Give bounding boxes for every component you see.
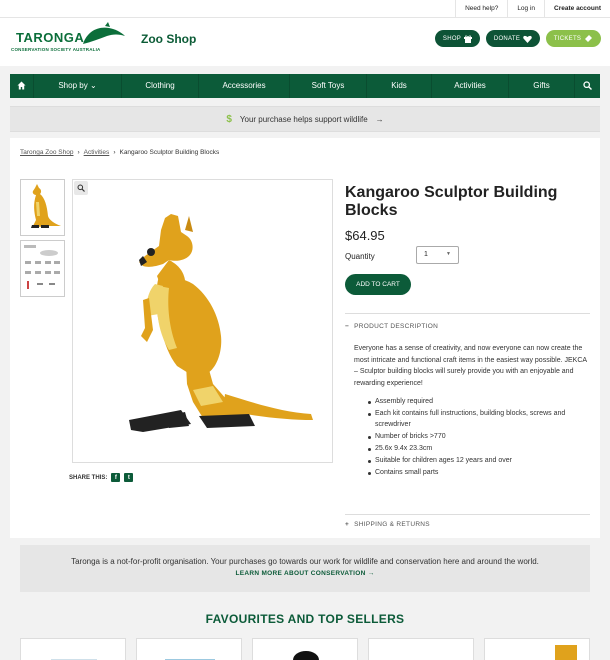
list-item: 25.6x 9.4x 23.3cm — [368, 444, 588, 455]
arrow-right-icon: → — [367, 570, 375, 577]
kangaroo-thumbnail-image — [31, 184, 61, 228]
add-to-cart-button[interactable]: ADD TO CART — [345, 274, 411, 295]
thumbnail-kangaroo[interactable] — [20, 179, 65, 236]
nav-activities[interactable]: Activities — [432, 74, 509, 98]
product-description-toggle[interactable]: − PRODUCT DESCRIPTION — [345, 313, 590, 330]
nav-gifts-label: Gifts — [533, 81, 550, 90]
product-card-image — [293, 651, 319, 660]
nav-shop-by[interactable]: Shop by ⌄ — [34, 74, 122, 98]
nav-clothing-label: Clothing — [145, 81, 175, 90]
logo-wordmark: TARONGA — [16, 30, 85, 45]
nav-clothing[interactable]: Clothing — [122, 74, 199, 98]
product-card[interactable] — [20, 638, 126, 660]
nav-accessories-label: Accessories — [222, 81, 266, 90]
zoo-shop-title[interactable]: Zoo Shop — [141, 32, 196, 46]
main-nav: Shop by ⌄ Clothing Accessories Soft Toys… — [10, 74, 600, 98]
top-bar: Need help? Log in Create account — [0, 0, 610, 18]
breadcrumb-separator-icon: › — [77, 149, 80, 156]
create-account-link[interactable]: Create account — [544, 0, 610, 18]
facebook-icon[interactable]: f — [111, 473, 121, 482]
product-card[interactable] — [136, 638, 242, 660]
arrow-right-icon: → — [375, 114, 384, 124]
share-bar: SHARE THIS: f t — [69, 473, 134, 482]
shipping-returns-toggle[interactable]: + SHIPPING & RETURNS — [345, 514, 590, 528]
thumbnail-instructions[interactable] — [20, 240, 65, 297]
support-text: Your purchase helps support wildlife — [239, 114, 368, 124]
nav-soft-toys-label: Soft Toys — [311, 81, 345, 90]
product-section: Taronga Zoo Shop › Activities › Kangaroo… — [10, 138, 600, 538]
nav-gifts[interactable]: Gifts — [509, 74, 575, 98]
list-item: Assembly required — [368, 397, 588, 408]
login-link[interactable]: Log in — [507, 0, 544, 18]
share-label: SHARE THIS: — [69, 474, 108, 481]
shop-button[interactable]: SHOP — [435, 30, 480, 47]
search-icon — [583, 81, 592, 90]
nav-kids[interactable]: Kids — [367, 74, 432, 98]
twitter-icon[interactable]: t — [124, 473, 134, 482]
breadcrumb: Taronga Zoo Shop › Activities › Kangaroo… — [20, 149, 219, 156]
breadcrumb-activities[interactable]: Activities — [84, 149, 110, 156]
product-price: $64.95 — [345, 228, 385, 243]
breadcrumb-separator-icon: › — [113, 149, 116, 156]
product-carousel — [20, 638, 590, 660]
logo-subtitle: CONSERVATION SOCIETY AUSTRALIA — [11, 47, 101, 52]
donate-button[interactable]: DONATE — [486, 30, 540, 47]
dollar-icon: $ — [226, 113, 232, 125]
shipping-heading: SHIPPING & RETURNS — [354, 521, 430, 528]
list-item: Each kit contains full instructions, bui… — [368, 409, 588, 430]
list-item: Suitable for children ages 12 years and … — [368, 456, 588, 467]
gift-icon — [464, 34, 473, 43]
product-description: Everyone has a sense of creativity, and … — [354, 345, 587, 387]
plus-icon: + — [345, 521, 350, 528]
product-card-image — [555, 645, 577, 660]
quantity-label: Quantity — [345, 252, 375, 261]
product-card[interactable] — [368, 638, 474, 660]
feature-list: Assembly required Each kit contains full… — [368, 397, 588, 480]
list-item: Contains small parts — [368, 468, 588, 479]
thumbnail-list — [20, 179, 65, 301]
caret-down-icon: ▼ — [446, 251, 451, 257]
support-banner[interactable]: $ Your purchase helps support wildlife → — [10, 106, 600, 132]
nav-home[interactable] — [10, 74, 34, 98]
favourites-heading: FAVOURITES AND TOP SELLERS — [205, 612, 405, 626]
add-to-cart-label: ADD TO CART — [356, 281, 400, 288]
learn-more-link[interactable]: LEARN MORE ABOUT CONSERVATION → — [20, 570, 590, 577]
instructions-thumbnail-image — [24, 245, 60, 289]
nav-kids-label: Kids — [391, 81, 407, 90]
site-header: TARONGA CONSERVATION SOCIETY AUSTRALIA Z… — [0, 18, 610, 66]
breadcrumb-home[interactable]: Taronga Zoo Shop — [20, 149, 73, 156]
nav-soft-toys[interactable]: Soft Toys — [290, 74, 367, 98]
tickets-label: TICKETS — [553, 35, 582, 42]
nav-accessories[interactable]: Accessories — [199, 74, 290, 98]
list-item: Number of bricks >770 — [368, 432, 588, 443]
shop-label: SHOP — [442, 35, 462, 42]
product-card[interactable] — [252, 638, 358, 660]
kangaroo-product-image — [129, 214, 313, 432]
not-for-profit-text: Taronga is a not-for-profit organisation… — [71, 557, 539, 566]
quantity-select[interactable]: 1 ▼ — [416, 246, 459, 264]
product-main-image[interactable] — [72, 179, 333, 463]
learn-more-label: LEARN MORE ABOUT CONSERVATION — [235, 570, 366, 577]
quantity-value: 1 — [424, 251, 428, 258]
giraffe-logo-icon — [83, 22, 125, 44]
top-links: Need help? Log in Create account — [455, 0, 610, 18]
nav-activities-label: Activities — [454, 81, 486, 90]
product-card[interactable] — [484, 638, 590, 660]
nav-shop-by-label: Shop by — [58, 81, 88, 90]
chevron-down-icon: ⌄ — [89, 81, 97, 90]
taronga-logo[interactable]: TARONGA CONSERVATION SOCIETY AUSTRALIA — [11, 22, 129, 56]
tickets-button[interactable]: TICKETS — [546, 30, 601, 47]
home-icon — [17, 81, 26, 90]
not-for-profit-banner: Taronga is a not-for-profit organisation… — [20, 545, 590, 592]
product-title: Kangaroo Sculptor Building Blocks — [345, 184, 558, 219]
description-heading: PRODUCT DESCRIPTION — [354, 323, 439, 330]
breadcrumb-current: Kangaroo Sculptor Building Blocks — [119, 149, 220, 156]
nav-search[interactable] — [575, 74, 600, 98]
donate-label: DONATE — [493, 35, 521, 42]
ticket-icon — [585, 35, 593, 42]
need-help-link[interactable]: Need help? — [455, 0, 507, 18]
heart-icon — [523, 35, 532, 43]
minus-icon: − — [345, 323, 350, 330]
